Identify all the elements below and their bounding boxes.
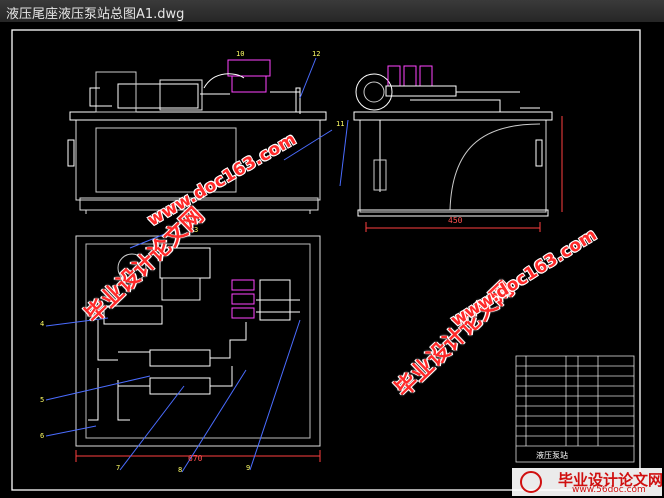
part-label: 7 xyxy=(116,464,121,472)
side-view xyxy=(353,65,563,232)
part-label: 9 xyxy=(246,464,251,472)
part-label: 5 xyxy=(40,396,45,404)
title-block xyxy=(515,355,635,463)
footer-watermark: 毕业设计论文网 www.56doc.com xyxy=(512,468,663,496)
dimension-plan: 670 xyxy=(188,454,203,463)
part-label: 11 xyxy=(336,120,345,128)
tank-side xyxy=(359,119,547,213)
drawing-canvas[interactable]: 450 450 670 4 5 6 7 8 9 10 12 11 3 液压泵站 … xyxy=(0,22,664,498)
part-label: 6 xyxy=(40,432,45,440)
logo-icon xyxy=(520,471,542,493)
tank-plan xyxy=(75,235,321,447)
dimension-side: 450 xyxy=(448,216,463,225)
part-label: 8 xyxy=(178,466,183,474)
window-titlebar: 液压尾座液压泵站总图A1.dwg xyxy=(0,0,664,23)
part-label: 4 xyxy=(40,320,45,328)
part-label: 12 xyxy=(312,50,321,58)
title-block-text: 液压泵站 xyxy=(536,451,568,460)
footer-site-url: www.56doc.com xyxy=(572,485,646,495)
part-label: 10 xyxy=(236,50,245,58)
window-title: 液压尾座液压泵站总图A1.dwg xyxy=(6,7,185,22)
